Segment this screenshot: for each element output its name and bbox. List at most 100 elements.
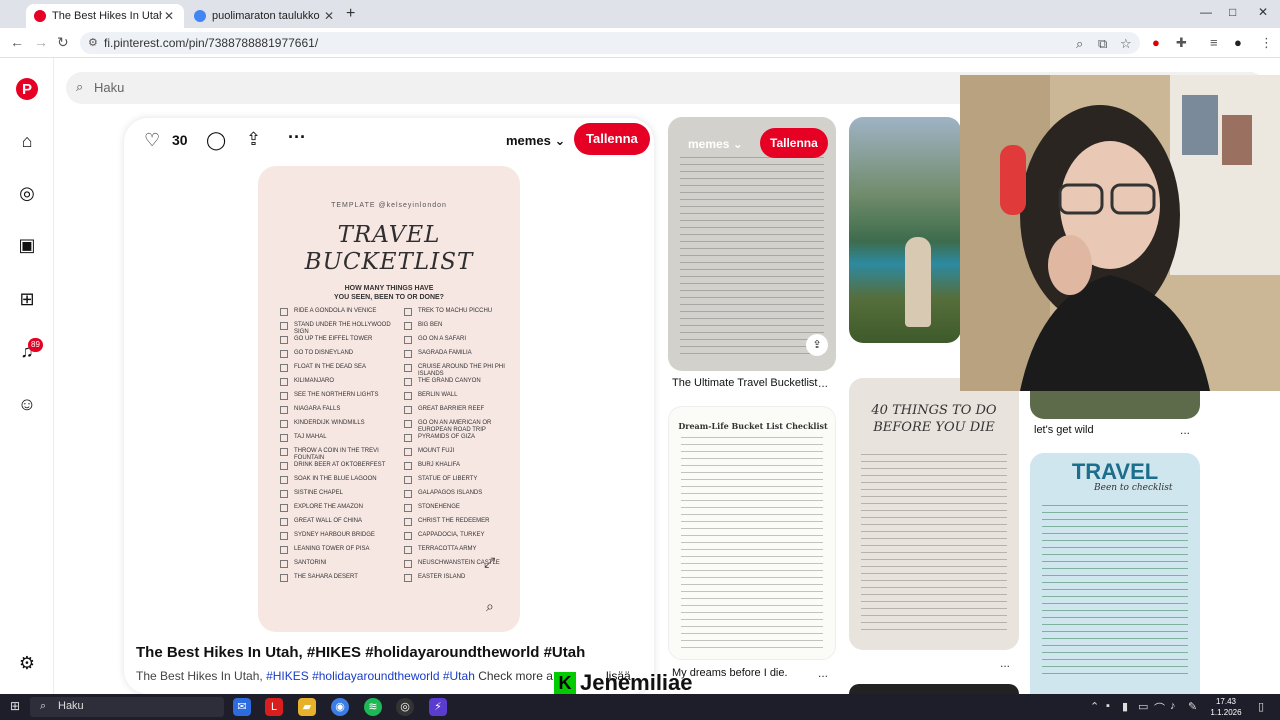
checkbox-icon (404, 378, 412, 386)
media-control-icon[interactable]: ≡ (1210, 35, 1218, 50)
notifications-tray-icon[interactable]: ▯ (1258, 700, 1264, 713)
checklist-item-label: Statue of Liberty (418, 476, 478, 482)
more-options-icon[interactable]: ... (1180, 423, 1190, 437)
checklist-item-label: See the Northern Lights (294, 392, 379, 398)
taskbar-search[interactable]: ⌕ Haku (30, 697, 224, 717)
grid-pin-next[interactable] (849, 684, 1019, 694)
new-tab-button[interactable]: + (346, 5, 355, 23)
extension-icon[interactable]: ● (1152, 35, 1160, 50)
home-icon[interactable]: ⌂ (14, 128, 40, 154)
network-icon[interactable]: ⌒ (1154, 700, 1165, 716)
close-tab-icon[interactable]: ✕ (322, 9, 336, 23)
spotify-icon[interactable]: ≋ (364, 698, 382, 716)
checkbox-icon (280, 406, 288, 414)
grid-pin-mountain-photo[interactable] (849, 117, 961, 343)
messages-icon[interactable]: ☺ (14, 391, 40, 417)
checkbox-icon (404, 406, 412, 414)
pin-title[interactable]: The Ultimate Travel Bucketlist (672, 377, 818, 389)
site-info-icon[interactable]: ⚙ (88, 36, 98, 49)
more-options-icon[interactable]: ... (818, 666, 828, 680)
grid-pin-travel-checklist[interactable]: TRAVEL Been to checklist (1030, 453, 1200, 694)
checklist-item-label: Cappadocia, Turkey (418, 532, 485, 538)
pin-save-button[interactable]: Tallenna (760, 128, 828, 158)
tab-google-sheets[interactable]: puolimaraton taulukko - Googl ✕ (186, 4, 344, 28)
reload-icon[interactable]: ↻ (57, 34, 69, 51)
microphone-icon[interactable]: ▮ (1122, 700, 1128, 713)
heart-icon[interactable]: ♡ (144, 130, 160, 151)
install-icon[interactable]: ⧉ (1098, 36, 1107, 52)
bookmark-star-icon[interactable]: ☆ (1120, 36, 1132, 52)
more-options-icon[interactable]: ... (1000, 656, 1010, 670)
pin-image[interactable]: TEMPLATE @kelseyinlondon TRAVEL BUCKETLI… (258, 166, 520, 632)
tab-pinterest[interactable]: The Best Hikes In Utah, #HIKES ✕ (26, 4, 184, 28)
pin-title[interactable]: let's get wild (1034, 424, 1094, 436)
checkbox-icon (404, 546, 412, 554)
pin-board-selector[interactable]: memes ⌄ (688, 137, 743, 151)
camera-icon[interactable]: ▭ (1138, 700, 1148, 713)
boards-icon[interactable]: ▣ (14, 232, 40, 258)
checkbox-icon (404, 420, 412, 428)
share-icon[interactable]: ⇪ (246, 129, 261, 150)
checklist-item: Terracotta Army (404, 546, 520, 560)
board-selector[interactable]: memes ⌄ (506, 133, 565, 149)
url-text[interactable]: fi.pinterest.com/pin/7388788881977661/ (104, 36, 318, 50)
grid-pin-lets-get-wild[interactable] (1030, 391, 1200, 419)
grid-pin-dream-life[interactable]: Dream-Life Bucket List Checklist (668, 406, 836, 660)
maximize-button[interactable]: □ (1229, 5, 1236, 19)
close-window-button[interactable]: ✕ (1258, 5, 1268, 19)
pin-title: The Best Hikes In Utah, #HIKES #holidaya… (136, 644, 586, 661)
profile-avatar-icon[interactable]: ● (1234, 35, 1242, 50)
pen-icon[interactable]: ✎ (1188, 700, 1197, 713)
clock[interactable]: 17.43 1.1.2026 (1206, 696, 1246, 718)
back-icon[interactable]: ← (10, 34, 24, 50)
forward-icon[interactable]: → (34, 34, 48, 50)
app-icon[interactable]: ⚡ (429, 698, 447, 716)
windows-start-icon[interactable]: ⊞ (10, 699, 20, 713)
pinterest-logo[interactable]: P (16, 78, 38, 100)
volume-icon[interactable]: ♪ (1170, 700, 1176, 712)
chrome-icon[interactable]: ◉ (331, 698, 349, 716)
create-icon[interactable]: ⊞ (14, 286, 40, 312)
grid-pin-travel-bucketlist[interactable]: memes ⌄ Tallenna ⇪ (668, 117, 836, 371)
zoom-icon[interactable]: ⌕ (1076, 36, 1083, 52)
expand-icon[interactable]: ⤢ (484, 554, 495, 571)
more-options-icon[interactable]: ··· (288, 127, 306, 148)
visual-search-icon[interactable]: ⌕ (486, 598, 494, 615)
checklist-item-label: Drink beer at Oktoberfest (294, 462, 386, 468)
extensions-puzzle-icon[interactable]: ✚ (1176, 35, 1187, 51)
settings-icon[interactable]: ⚙ (14, 650, 40, 676)
checkbox-icon (280, 350, 288, 358)
app-tray-icon[interactable]: ▪ (1106, 700, 1110, 712)
pin-image-title-line: BEFORE YOU DIE (873, 420, 995, 435)
checklist-item-label: Stonehenge (418, 504, 460, 510)
obs-icon[interactable]: ◎ (396, 698, 414, 716)
checklist-item-label: Trek to Machu Picchu (418, 308, 493, 314)
checklist-item: Easter Island (404, 574, 520, 588)
minimize-button[interactable]: — (1200, 5, 1212, 19)
mail-app-icon[interactable]: ✉ (233, 698, 251, 716)
checkbox-icon (280, 476, 288, 484)
address-bar[interactable]: ⚙ fi.pinterest.com/pin/7388788881977661/… (80, 32, 1140, 54)
tray-overflow-icon[interactable]: ⌃ (1090, 700, 1099, 713)
browser-menu-icon[interactable]: ⋮ (1260, 35, 1273, 51)
pin-checklist-lines (1042, 505, 1188, 680)
grid-pin-40-things[interactable]: 40 THINGS TO DO BEFORE YOU DIE (849, 378, 1019, 650)
file-explorer-icon[interactable]: ▰ (298, 698, 316, 716)
share-icon[interactable]: ⇪ (806, 334, 828, 356)
pin-hashtag-links[interactable]: #HIKES #holidayaroundtheworld #Utah (266, 669, 475, 683)
checkbox-icon (404, 490, 412, 498)
checkbox-icon (280, 574, 288, 582)
checklist-item: Soak in the Blue Lagoon (280, 476, 398, 490)
checkbox-icon (404, 392, 412, 400)
checklist-item: Cruise around the Phi Phi Islands (404, 364, 520, 378)
comment-icon[interactable]: ◯ (206, 130, 226, 151)
checkbox-icon (280, 532, 288, 540)
explore-icon[interactable]: ◎ (14, 180, 40, 206)
save-button[interactable]: Tallenna (574, 123, 650, 155)
close-tab-icon[interactable]: ✕ (162, 9, 176, 23)
checklist-item-label: The Grand Canyon (418, 378, 481, 384)
checklist-item-label: Go on a safari (418, 336, 467, 342)
app-l-icon[interactable]: L (265, 698, 283, 716)
checklist-item-label: Ride a gondola in Venice (294, 308, 377, 314)
more-options-icon[interactable]: ... (818, 376, 828, 390)
